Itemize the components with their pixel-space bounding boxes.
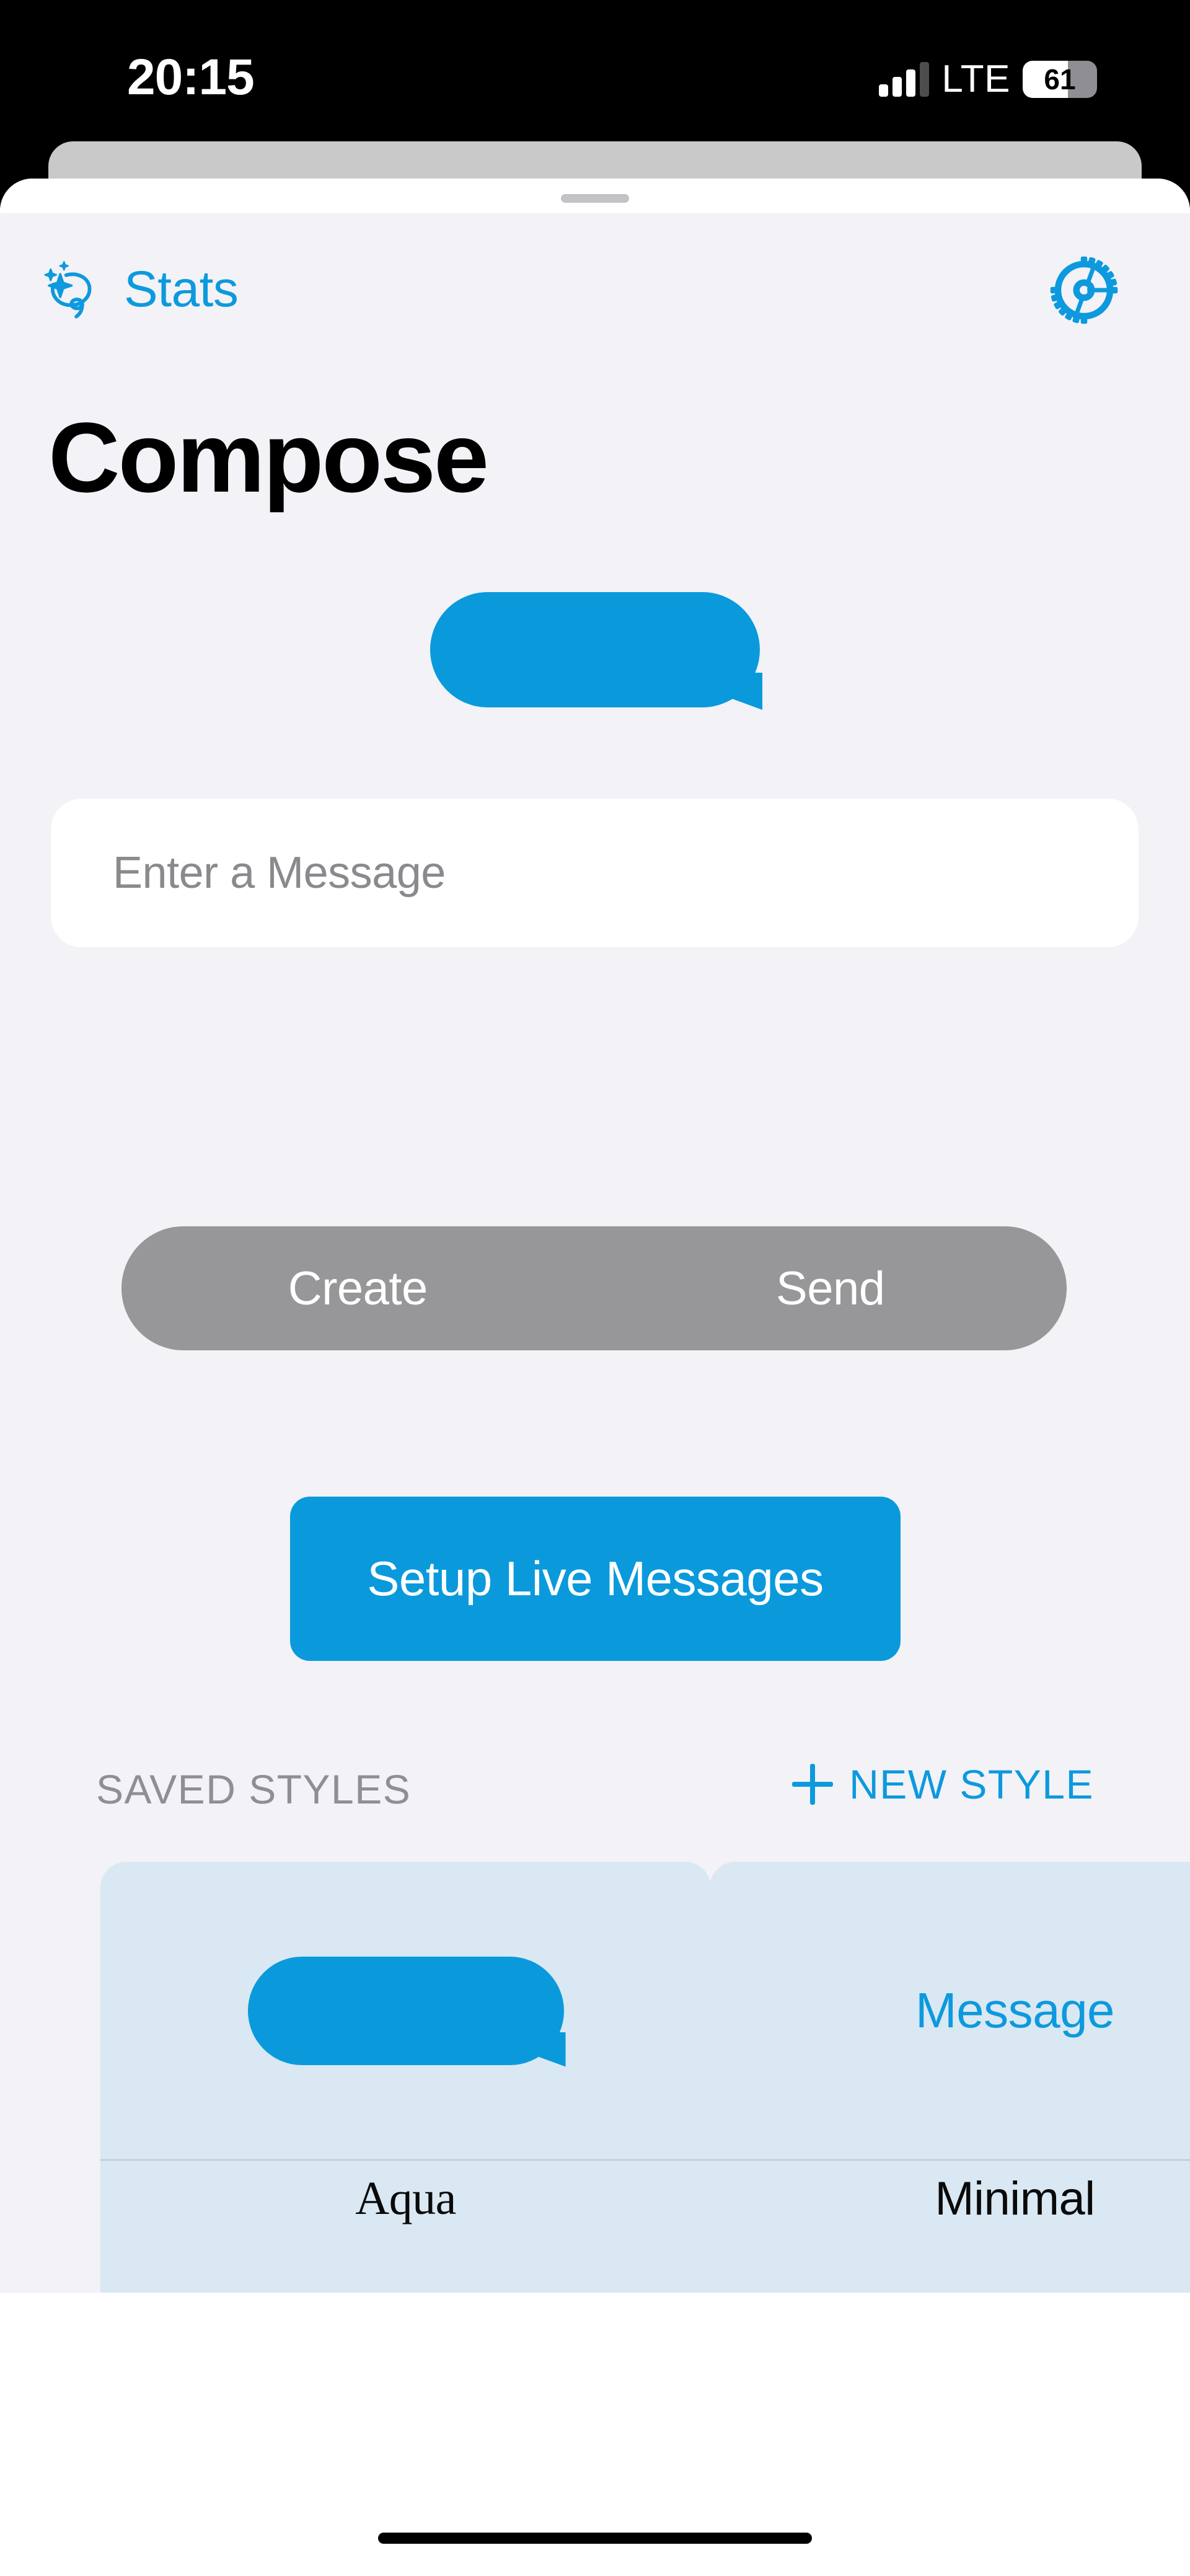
message-input[interactable]: Enter a Message: [51, 799, 1139, 947]
phone-screen: 20:15 LTE 61: [0, 0, 1190, 2576]
action-segmented-control: Create Send: [121, 1226, 1067, 1350]
status-bar: 20:15 LTE 61: [0, 0, 1190, 146]
style-card-preview: Message: [710, 1862, 1190, 2159]
stats-button-label: Stats: [124, 260, 238, 319]
battery-percent-label: 61: [1023, 61, 1097, 98]
setup-live-messages-button[interactable]: Setup Live Messages: [290, 1497, 901, 1661]
send-button[interactable]: Send: [594, 1262, 1067, 1316]
saved-styles-title: SAVED STYLES: [96, 1766, 411, 1813]
new-style-label: NEW STYLE: [849, 1761, 1094, 1808]
create-button[interactable]: Create: [121, 1262, 594, 1316]
new-style-button[interactable]: NEW STYLE: [792, 1761, 1094, 1808]
style-card-divider: [710, 2159, 1190, 2161]
plus-icon: [792, 1764, 833, 1805]
setup-live-messages-label: Setup Live Messages: [367, 1551, 823, 1607]
style-card-preview: [100, 1862, 711, 2159]
message-input-placeholder: Enter a Message: [113, 848, 446, 898]
cellular-signal-icon: [879, 62, 929, 97]
message-bubble-preview: [430, 592, 760, 707]
style-card-divider: [100, 2159, 711, 2161]
stats-button[interactable]: Stats: [38, 255, 238, 324]
status-bar-indicators: LTE 61: [879, 57, 1097, 101]
sheet-grabber[interactable]: [561, 194, 629, 203]
page-title: Compose: [48, 408, 487, 507]
bottom-safe-area: [0, 2293, 1190, 2576]
compose-sheet: Stats: [0, 179, 1190, 2293]
style-card-name: Aqua: [100, 2172, 711, 2226]
battery-icon: 61: [1023, 61, 1097, 98]
sparkle-bubble-icon: [38, 255, 107, 324]
message-bubble-preview-area: [0, 569, 1190, 730]
home-indicator[interactable]: [378, 2533, 812, 2544]
gear-icon: [1049, 255, 1119, 325]
sheet-toolbar: Stats: [0, 248, 1190, 353]
style-card[interactable]: Aqua: [100, 1862, 711, 2293]
saved-styles-carousel[interactable]: Aqua Message Minimal: [0, 1862, 1190, 2293]
saved-styles-header: SAVED STYLES NEW STYLE: [0, 1766, 1190, 1828]
settings-button[interactable]: [1049, 255, 1119, 325]
style-card[interactable]: Message Minimal: [710, 1862, 1190, 2293]
style-card-name: Minimal: [710, 2172, 1190, 2226]
style-preview-text: Message: [915, 1982, 1114, 2039]
style-preview-bubble-icon: [248, 1957, 564, 2065]
status-bar-time: 20:15: [127, 48, 254, 107]
network-type-label: LTE: [941, 57, 1010, 101]
